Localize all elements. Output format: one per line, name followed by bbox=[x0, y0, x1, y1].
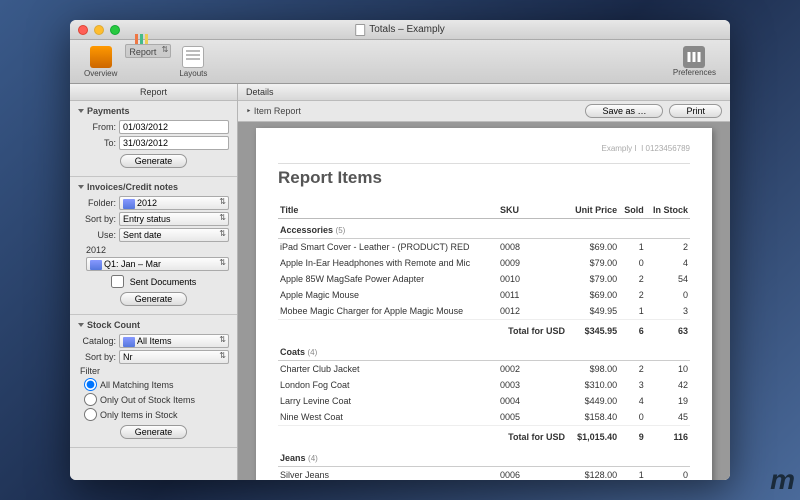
window-title: Totals – Examply bbox=[355, 24, 445, 36]
layouts-icon bbox=[182, 46, 204, 68]
traffic-lights bbox=[78, 25, 120, 35]
report-table: TitleSKUUnit PriceSoldIn Stock Accessori… bbox=[278, 202, 690, 480]
print-button[interactable]: Print bbox=[669, 104, 722, 118]
radio-icon[interactable] bbox=[84, 393, 97, 406]
report-title: Report Items bbox=[278, 163, 690, 188]
sent-documents-checkbox[interactable] bbox=[111, 275, 124, 288]
filter-label: Filter bbox=[80, 366, 229, 376]
breadcrumb: ‣ Item Report bbox=[246, 106, 579, 117]
company-line: Examply I I 0123456789 bbox=[278, 144, 690, 153]
window-title-text: Totals – Examply bbox=[369, 24, 445, 35]
group-header: Jeans (4) bbox=[278, 447, 690, 467]
minimize-icon[interactable] bbox=[94, 25, 104, 35]
stock-sortby-select[interactable]: Nr bbox=[119, 350, 229, 364]
from-date-input[interactable] bbox=[119, 120, 229, 134]
table-row: Mobee Magic Charger for Apple Magic Mous… bbox=[278, 303, 690, 320]
radio-icon[interactable] bbox=[84, 378, 97, 391]
radio-icon[interactable] bbox=[84, 408, 97, 421]
column-header: Title bbox=[278, 202, 498, 219]
panel-payments: Payments From: To: Generate bbox=[70, 101, 237, 177]
year-label: 2012 bbox=[86, 245, 229, 255]
zoom-icon[interactable] bbox=[110, 25, 120, 35]
table-row: iPad Smart Cover - Leather - (PRODUCT) R… bbox=[278, 239, 690, 256]
table-row: London Fog Coat0003$310.00342 bbox=[278, 377, 690, 393]
titlebar[interactable]: Totals – Examply bbox=[70, 20, 730, 40]
table-row: Apple In-Ear Headphones with Remote and … bbox=[278, 255, 690, 271]
sortby-select[interactable]: Entry status bbox=[119, 212, 229, 226]
folder-icon bbox=[123, 199, 135, 209]
generate-payments-button[interactable]: Generate bbox=[120, 154, 188, 168]
close-icon[interactable] bbox=[78, 25, 88, 35]
table-row: Charter Club Jacket0002$98.00210 bbox=[278, 361, 690, 378]
sidebar: Report Payments From: To: Generate Invoi… bbox=[70, 84, 238, 480]
panel-stock: Stock Count Catalog:All Items Sort by:Nr… bbox=[70, 315, 237, 448]
chevron-down-icon[interactable] bbox=[78, 185, 84, 189]
use-select[interactable]: Sent date bbox=[119, 228, 229, 242]
toolbar-report[interactable]: Report bbox=[125, 44, 171, 58]
sidebar-header: Report bbox=[70, 84, 237, 101]
table-row: Silver Jeans0006$128.0010 bbox=[278, 467, 690, 481]
column-header: SKU bbox=[498, 202, 567, 219]
app-window: Totals – Examply Overview Report Layouts… bbox=[70, 20, 730, 480]
toolbar-layouts[interactable]: Layouts bbox=[173, 44, 213, 80]
details-bar: ‣ Item Report Save as … Print bbox=[238, 101, 730, 122]
toolbar-preferences[interactable]: Preferences bbox=[667, 44, 722, 79]
filter-option[interactable]: All Matching Items bbox=[84, 378, 229, 391]
table-row: Nine West Coat0005$158.40045 bbox=[278, 409, 690, 426]
document-scroll[interactable]: Examply I I 0123456789 Report Items Titl… bbox=[238, 122, 730, 480]
column-header: Unit Price bbox=[567, 202, 619, 219]
column-header: In Stock bbox=[646, 202, 690, 219]
folder-select[interactable]: 2012 bbox=[119, 196, 229, 210]
document-icon bbox=[355, 24, 365, 36]
panel-invoices: Invoices/Credit notes Folder:2012 Sort b… bbox=[70, 177, 237, 315]
folder-icon bbox=[90, 260, 102, 270]
filter-option[interactable]: Only Out of Stock Items bbox=[84, 393, 229, 406]
group-header: Accessories (5) bbox=[278, 219, 690, 239]
filter-option[interactable]: Only Items in Stock bbox=[84, 408, 229, 421]
group-header: Coats (4) bbox=[278, 341, 690, 361]
folder-icon bbox=[123, 337, 135, 347]
report-document: Examply I I 0123456789 Report Items Titl… bbox=[256, 128, 712, 480]
column-header: Sold bbox=[619, 202, 646, 219]
toolbar-overview[interactable]: Overview bbox=[78, 44, 123, 80]
quarter-select[interactable]: Q1: Jan – Mar bbox=[86, 257, 229, 271]
main: Details ‣ Item Report Save as … Print Ex… bbox=[238, 84, 730, 480]
table-row: Apple 85W MagSafe Power Adapter0010$79.0… bbox=[278, 271, 690, 287]
toolbar: Overview Report Layouts Preferences bbox=[70, 40, 730, 84]
table-row: Larry Levine Coat0004$449.00419 bbox=[278, 393, 690, 409]
table-row: Apple Magic Mouse0011$69.0020 bbox=[278, 287, 690, 303]
details-header: Details bbox=[238, 84, 730, 101]
preferences-icon bbox=[683, 46, 705, 68]
to-date-input[interactable] bbox=[119, 136, 229, 150]
watermark-logo: m bbox=[770, 464, 792, 496]
catalog-select[interactable]: All Items bbox=[119, 334, 229, 348]
chevron-down-icon[interactable] bbox=[78, 323, 84, 327]
save-as-button[interactable]: Save as … bbox=[585, 104, 663, 118]
generate-stock-button[interactable]: Generate bbox=[120, 425, 188, 439]
generate-invoices-button[interactable]: Generate bbox=[120, 292, 188, 306]
chevron-down-icon[interactable] bbox=[78, 109, 84, 113]
overview-icon bbox=[90, 46, 112, 68]
